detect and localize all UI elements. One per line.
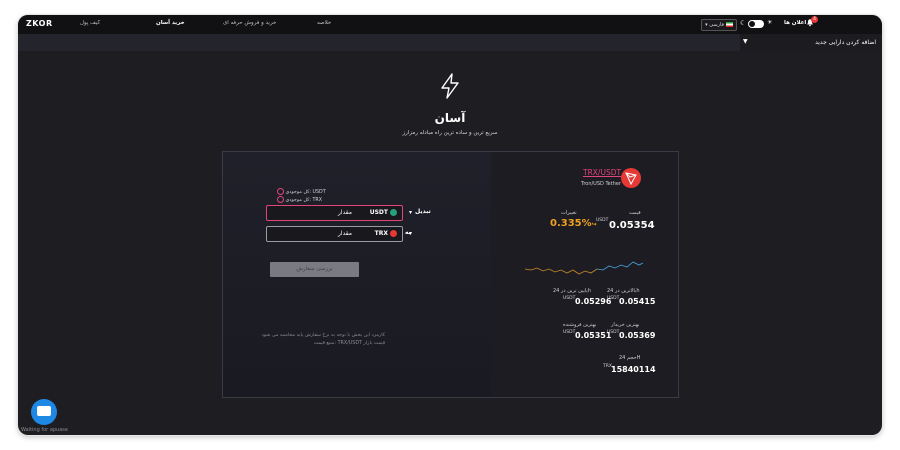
market-pair-name: Tron/USD Tether — [581, 181, 621, 187]
fee-note: کارمزد این بخش با توجه به نرخ سفارش پایه… — [253, 332, 385, 348]
chat-bubble-icon — [37, 406, 51, 416]
review-order-button[interactable]: بررسی سفارش — [270, 262, 359, 277]
lightning-icon — [441, 73, 459, 99]
from-amount-field[interactable]: مقدار USDT ▾ — [266, 205, 412, 221]
fee-note-line1: کارمزد این بخش با توجه به نرخ سفارش پایه… — [261, 333, 385, 338]
to-currency: TRX — [374, 230, 388, 237]
low-unit: USDT — [563, 296, 576, 301]
moon-icon: ☾ — [740, 19, 747, 27]
from-currency: USDT — [369, 209, 388, 216]
change-label: تغییرات — [561, 210, 577, 216]
to-label: به — [405, 229, 411, 236]
notifications-label[interactable]: اعلان ها — [784, 20, 806, 26]
chevron-down-icon[interactable]: ▾ — [409, 209, 412, 216]
amount-placeholder: مقدار — [338, 209, 352, 216]
notification-count-badge: 4 — [811, 16, 818, 23]
chat-status: Waiting for apuase — [21, 427, 68, 433]
iran-flag-icon — [725, 22, 733, 27]
exchange-card: کل موجودی: USDT کل موجودی: TRX مقدار USD… — [222, 151, 679, 398]
high-24h-label: بالاترین در 24h — [607, 288, 640, 294]
nav-easy-buy[interactable]: خرید آسان — [156, 20, 185, 26]
language-select[interactable]: ▾ فارسی — [701, 19, 737, 31]
language-value: فارسی — [709, 22, 724, 28]
page-title: آسان — [434, 111, 466, 125]
radio-icon[interactable] — [277, 188, 284, 195]
price-value: 0.05354 — [609, 220, 655, 231]
price-sparkline — [525, 261, 643, 275]
sun-icon: ☀ — [767, 19, 773, 26]
from-label: تبدیل — [415, 208, 431, 215]
low-24h-value: 0.05296 — [575, 297, 612, 306]
add-asset-bar[interactable]: ▼ اضافه کردن دارایی جدید — [740, 34, 882, 51]
nav-pro-trade[interactable]: خرید و فروش حرفه ای — [223, 20, 276, 26]
nav-wallet[interactable]: کیف پول — [80, 20, 100, 26]
fee-note-line2: منبع قیمت: TRX/USDT قیمت بازار — [313, 341, 385, 346]
radio-icon[interactable] — [277, 196, 284, 203]
top-navbar: ZKOR کیف پول خرید آسان خرید و فروش حرفه … — [18, 15, 882, 34]
low-24h-label: پایین ترین در 24h — [553, 288, 591, 294]
price-label: قیمت — [629, 210, 641, 216]
tron-logo-icon — [621, 168, 641, 188]
volume-24h-value: 15840114 — [611, 365, 656, 374]
tron-icon — [390, 230, 397, 237]
best-bid-value: 0.05351 — [575, 331, 612, 340]
usdt-icon — [390, 209, 397, 216]
best-ask-label: بهترین فروشنده — [563, 322, 597, 328]
volume-24h-label: حجم 24H — [619, 355, 641, 361]
best-ask-value: 0.05369 — [619, 331, 656, 340]
best-bid-label: بهترین خریدار — [611, 322, 640, 328]
tron-glyph-icon — [625, 172, 637, 186]
balance-to-text: کل موجودی: TRX — [285, 198, 323, 203]
balance-to: کل موجودی: TRX — [275, 196, 322, 203]
balance-from: کل موجودی: USDT — [275, 188, 326, 195]
amount-placeholder: مقدار — [338, 230, 352, 237]
nav-summary[interactable]: خلاصه — [317, 20, 331, 26]
sub-bar — [18, 34, 740, 51]
bid-unit: USDT — [563, 330, 576, 335]
arrow-icon: ↪ — [591, 221, 597, 228]
change-value: 0.335%↪ — [550, 218, 597, 229]
change-percent: 0.335% — [550, 218, 592, 229]
high-24h-value: 0.05415 — [619, 297, 656, 306]
app-window: ZKOR کیف پول خرید آسان خرید و فروش حرفه … — [18, 15, 882, 435]
balance-from-text: کل موجودی: USDT — [285, 190, 326, 195]
theme-toggle[interactable] — [748, 20, 764, 28]
market-pair[interactable]: TRX/USDT — [583, 168, 621, 177]
add-asset-label: اضافه کردن دارایی جدید — [815, 39, 876, 46]
to-amount-field[interactable]: مقدار TRX ▾ — [266, 226, 412, 242]
brand-logo[interactable]: ZKOR — [26, 19, 53, 28]
price-unit: USDT — [596, 218, 609, 223]
chevron-down-icon: ▼ — [743, 38, 748, 45]
exchange-form-panel: کل موجودی: USDT کل موجودی: TRX مقدار USD… — [223, 152, 491, 397]
page-subtitle: سریع ترین و ساده ترین راه مبادله رمزارز — [402, 130, 498, 136]
